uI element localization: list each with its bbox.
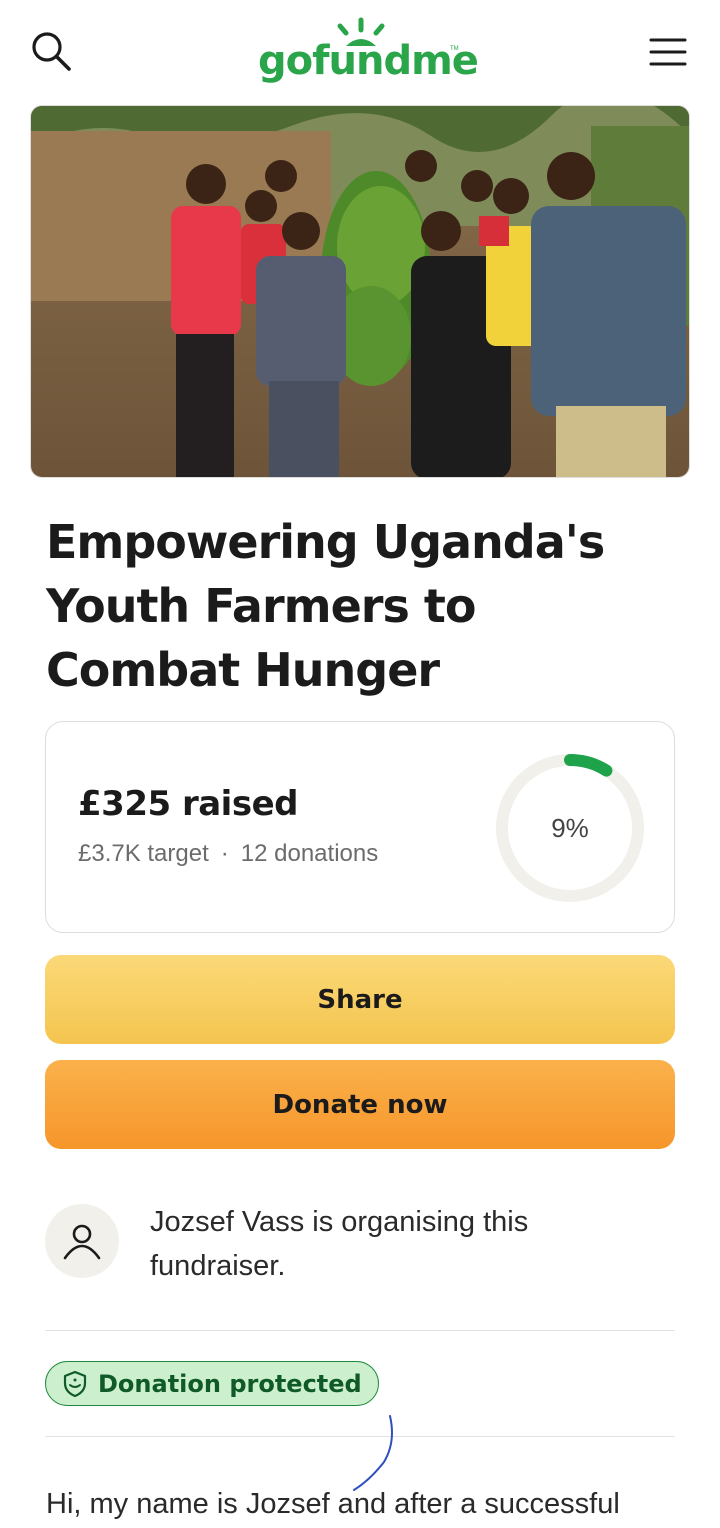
share-button[interactable]: Share [45,955,675,1044]
organiser-text: Jozsef Vass is organising this fundraise… [150,1206,529,1282]
menu-button[interactable] [648,36,688,68]
search-icon [32,32,71,71]
campaign-hero-image[interactable] [30,105,690,478]
divider [45,1330,675,1331]
hero-photo [31,106,689,477]
logo-trademark: TM [450,46,459,52]
donation-protected-label: Donation protected [98,1369,362,1398]
donate-now-button[interactable]: Donate now [45,1060,675,1149]
hamburger-menu-icon [649,38,687,66]
search-button[interactable] [30,30,74,74]
target-and-donations: £3.7K target · 12 donations [78,840,378,868]
donation-protected-badge[interactable]: Donation protected [45,1361,379,1406]
amount-raised: £325 raised [78,784,298,824]
gofundme-logo[interactable]: gofundme TM [258,16,479,90]
target-amount: £3.7K target [78,840,209,867]
progress-percent: 9% [551,812,589,843]
user-icon [63,1224,101,1260]
separator-dot: · [220,840,229,867]
handwritten-scribble [353,1415,393,1491]
progress-card: £325 raised £3.7K target · 12 donations … [45,721,675,933]
shield-icon [63,1370,87,1397]
campaign-title: Empowering Uganda's Youth Farmers to Com… [46,515,605,697]
logo-wordmark: gofundme [258,38,479,84]
organiser-row: Jozsef Vass is organising this fundraise… [45,1200,675,1300]
top-bar: gofundme TM [0,0,720,100]
donation-count[interactable]: 12 donations [241,840,378,868]
story-text: Hi, my name is Jozsef and after a succes… [46,1488,620,1520]
organiser-avatar[interactable] [45,1204,119,1278]
